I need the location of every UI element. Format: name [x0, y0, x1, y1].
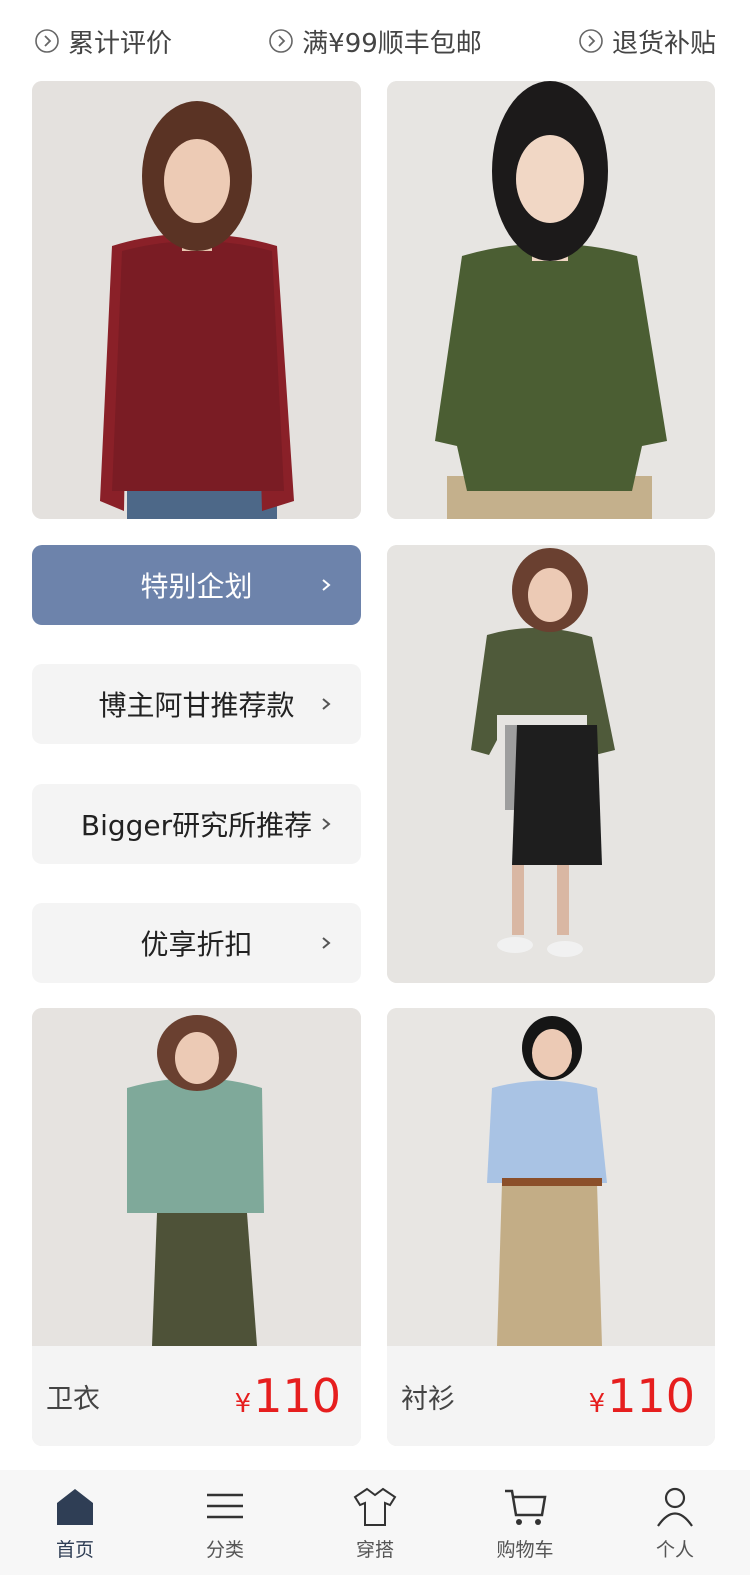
product-card-green-shirt[interactable]: [387, 81, 715, 519]
chevron-right-icon: [322, 937, 331, 949]
promo-free-shipping[interactable]: 满¥99顺丰包邮: [268, 23, 482, 60]
bigger-lab-recommend-button[interactable]: Bigger研究所推荐: [32, 784, 361, 864]
promo-bar: 累计评价 满¥99顺丰包邮 退货补贴: [0, 0, 750, 82]
product-name: 卫衣: [46, 1383, 100, 1415]
tab-cart[interactable]: 购物车: [450, 1470, 600, 1575]
model-photo: [387, 545, 715, 983]
currency-symbol: ¥: [234, 1389, 252, 1419]
shirt-icon: [353, 1487, 397, 1526]
product-card-hoodie[interactable]: 卫衣 ¥ 110: [32, 1008, 361, 1446]
tab-label: 穿搭: [355, 1539, 394, 1561]
promo-label: 累计评价: [68, 28, 173, 59]
tab-label: 购物车: [496, 1539, 554, 1561]
price-row: 卫衣 ¥ 110: [32, 1346, 361, 1446]
promo-reviews[interactable]: 累计评价: [34, 23, 172, 60]
price-row: 衬衫 ¥ 110: [387, 1346, 715, 1446]
menu-label: Bigger研究所推荐: [80, 809, 313, 842]
promo-label: 满¥99顺丰包邮: [302, 28, 482, 59]
menu-label: 博主阿甘推荐款: [98, 689, 295, 722]
promo-return-subsidy[interactable]: 退货补贴: [578, 23, 716, 60]
product-name: 衬衫: [401, 1383, 455, 1415]
model-photo: [32, 1008, 361, 1346]
home-icon: [57, 1489, 93, 1525]
product-card-shirt[interactable]: 衬衫 ¥ 110: [387, 1008, 715, 1446]
model-photo: [32, 81, 361, 519]
chevron-right-icon: [322, 698, 331, 710]
person-icon: [657, 1487, 693, 1527]
tab-label: 首页: [55, 1539, 94, 1561]
menu-icon: [207, 1493, 243, 1519]
product-price: ¥ 110: [235, 1369, 341, 1423]
chevron-circle-icon: [269, 29, 293, 53]
product-card-bomber-jacket[interactable]: [387, 545, 715, 983]
tab-home[interactable]: 首页: [0, 1470, 150, 1575]
model-photo: [387, 1008, 715, 1346]
model-photo: [387, 81, 715, 519]
promo-label: 退货补贴: [611, 28, 716, 59]
cart-icon: [505, 1489, 547, 1525]
chevron-circle-icon: [35, 29, 59, 53]
blogger-recommend-button[interactable]: 博主阿甘推荐款: [32, 664, 361, 744]
discount-button[interactable]: 优享折扣: [32, 903, 361, 983]
tab-outfit[interactable]: 穿搭: [300, 1470, 450, 1575]
chevron-right-icon: [322, 818, 331, 830]
menu-label: 特别企划: [140, 570, 253, 603]
chevron-right-icon: [322, 579, 331, 591]
chevron-circle-icon: [579, 29, 603, 53]
tab-profile[interactable]: 个人: [600, 1470, 750, 1575]
currency-symbol: ¥: [588, 1389, 606, 1419]
menu-label: 优享折扣: [140, 928, 253, 961]
special-planning-button[interactable]: 特别企划: [32, 545, 361, 625]
product-card-red-sweater[interactable]: [32, 81, 361, 519]
tab-category[interactable]: 分类: [150, 1470, 300, 1575]
bottom-tab-bar: 首页 分类 穿搭 购物车 个人: [0, 1470, 750, 1575]
price-amount: 110: [253, 1369, 341, 1423]
tab-label: 分类: [205, 1539, 244, 1561]
price-amount: 110: [607, 1369, 695, 1423]
tab-label: 个人: [655, 1539, 694, 1561]
product-price: ¥ 110: [589, 1369, 695, 1423]
